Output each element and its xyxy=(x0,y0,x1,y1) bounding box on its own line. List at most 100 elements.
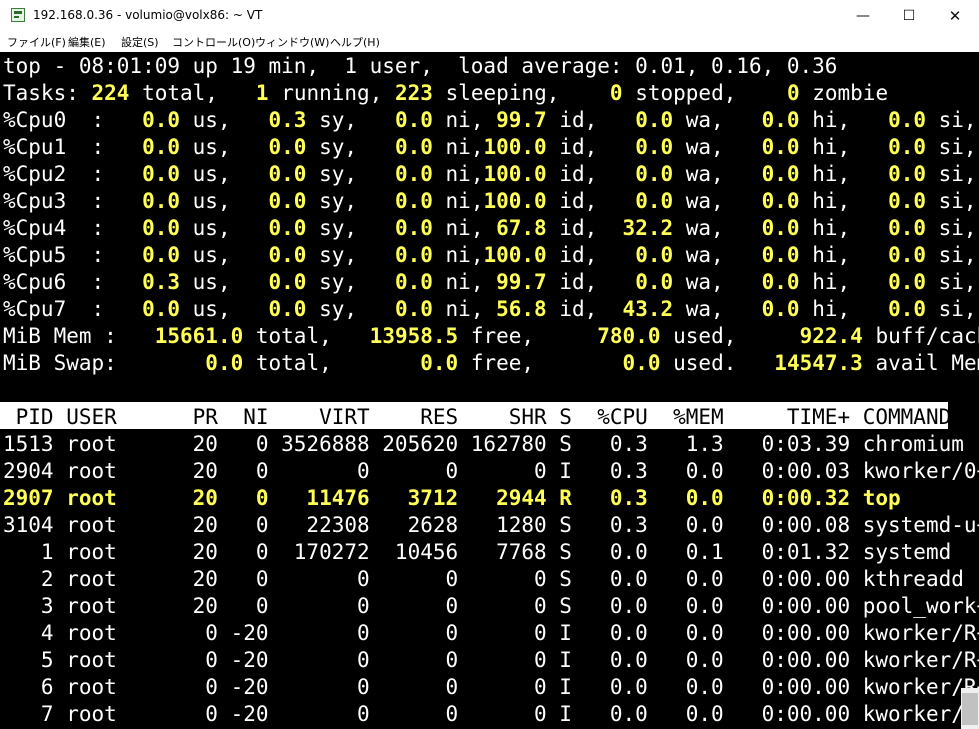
cpu-ni: 0.0 xyxy=(369,216,433,240)
table-row: 4 root 0 -20 0 0 0 I 0.0 0.0 0:00.00 kwo… xyxy=(3,620,979,647)
cpu-id: 56.8 xyxy=(483,297,547,321)
cpu-si: 0.0 xyxy=(862,216,926,240)
text-segment: sy, xyxy=(306,162,370,186)
text-segment: us, xyxy=(180,216,244,240)
cpu-id: 99.7 xyxy=(483,270,547,294)
text-segment: %Cpu6 : xyxy=(3,270,117,294)
cpu-hi: 0.0 xyxy=(736,216,800,240)
text-segment: id, xyxy=(546,162,610,186)
menu-help[interactable]: ヘルプ(H) xyxy=(330,34,380,50)
text-segment: us, xyxy=(180,189,244,213)
cpu-sy: 0.0 xyxy=(243,216,307,240)
text-segment: us, xyxy=(180,243,244,267)
text-segment: Tasks: xyxy=(3,81,92,105)
mem-total: 15661.0 xyxy=(129,324,244,348)
swap-free: 0.0 xyxy=(344,351,459,375)
cpu-sy: 0.0 xyxy=(243,297,307,321)
text-segment: used. xyxy=(660,351,750,375)
process-row-text: 6 root 0 -20 0 0 0 I 0.0 0.0 0:00.00 kwo… xyxy=(3,675,979,699)
title-bar[interactable]: 192.168.0.36 - volumio@volx86: ~ VT — ☐ … xyxy=(0,0,979,32)
cpu-us: 0.0 xyxy=(116,189,181,213)
text-segment: sy, xyxy=(306,108,370,132)
text-segment: si, xyxy=(938,135,977,159)
text-segment: hi, xyxy=(799,270,863,294)
cpu-hi: 0.0 xyxy=(736,189,800,213)
tasks-running: 1 xyxy=(230,81,269,105)
cpu-id: 100.0 xyxy=(483,189,547,213)
cpu-wa: 0.0 xyxy=(609,189,674,213)
text-segment: ni, xyxy=(432,270,484,294)
swap-used: 0.0 xyxy=(546,351,661,375)
window-title: 192.168.0.36 - volumio@volx86: ~ VT xyxy=(33,8,263,22)
minimize-button[interactable]: — xyxy=(840,0,886,32)
cpu-line-0: %Cpu0 : 0.0 us, 0.3 sy, 0.0 ni, 99.7 id,… xyxy=(3,107,979,134)
text-segment: MiB Mem : xyxy=(3,324,130,348)
maximize-button[interactable]: ☐ xyxy=(886,0,932,32)
process-row-text: 4 root 0 -20 0 0 0 I 0.0 0.0 0:00.00 kwo… xyxy=(3,621,979,645)
cpu-si: 0.0 xyxy=(862,135,926,159)
cpu-ni: 0.0 xyxy=(369,162,433,186)
table-row: 2907 root 20 0 11476 3712 2944 R 0.3 0.0… xyxy=(3,485,901,512)
text-segment: hi, xyxy=(799,135,863,159)
text-segment: zombie xyxy=(799,81,889,105)
text-segment: stopped, xyxy=(622,81,750,105)
cpu-wa: 0.0 xyxy=(609,108,674,132)
swap-avail: 14547.3 xyxy=(749,351,863,375)
menu-settings[interactable]: 設定(S) xyxy=(121,34,159,50)
process-row-text: 3104 root 20 0 22308 2628 1280 S 0.3 0.0… xyxy=(3,513,979,537)
text-segment: si, xyxy=(938,243,977,267)
mem-free: 13958.5 xyxy=(344,324,459,348)
text-segment: free, xyxy=(458,324,547,348)
text-segment: id, xyxy=(546,135,610,159)
cpu-sy: 0.0 xyxy=(243,189,307,213)
menu-edit[interactable]: 編集(E) xyxy=(68,34,106,50)
text-segment: free, xyxy=(458,351,547,375)
cpu-sy: 0.0 xyxy=(243,243,307,267)
process-table-header: PID USER PR NI VIRT RES SHR S %CPU %MEM … xyxy=(3,404,952,431)
table-row: 2 root 20 0 0 0 0 S 0.0 0.0 0:00.00 kthr… xyxy=(3,566,964,593)
cpu-us: 0.3 xyxy=(116,270,181,294)
cpu-sy: 0.0 xyxy=(243,135,307,159)
text-segment: ni, xyxy=(432,162,484,186)
text-segment: used, xyxy=(660,324,750,348)
terminal-screen[interactable]: top - 08:01:09 up 19 min, 1 user, load a… xyxy=(0,52,979,729)
text-segment: sy, xyxy=(306,189,370,213)
process-row-text: 7 root 0 -20 0 0 0 I 0.0 0.0 0:00.00 kwo… xyxy=(3,702,979,726)
menu-file[interactable]: ファイル(F) xyxy=(7,34,66,50)
terminal-icon[interactable] xyxy=(11,8,25,22)
cpu-line-4: %Cpu4 : 0.0 us, 0.0 sy, 0.0 ni, 67.8 id,… xyxy=(3,215,979,242)
text-segment: wa, xyxy=(673,162,737,186)
cpu-ni: 0.0 xyxy=(369,108,433,132)
menu-control[interactable]: コントロール(O) xyxy=(172,34,255,50)
cpu-sy: 0.0 xyxy=(243,162,307,186)
tasks-stopped: 0 xyxy=(572,81,623,105)
scrollbar-thumb[interactable] xyxy=(962,693,978,725)
text-segment: us, xyxy=(180,270,244,294)
text-segment: ni, xyxy=(432,189,484,213)
cpu-us: 0.0 xyxy=(116,297,181,321)
table-row: 1513 root 20 0 3526888 205620 162780 S 0… xyxy=(3,431,964,458)
top-status-line: top - 08:01:09 up 19 min, 1 user, load a… xyxy=(3,53,837,80)
table-row: 7 root 0 -20 0 0 0 I 0.0 0.0 0:00.00 kwo… xyxy=(3,701,979,728)
process-row-text: 5 root 0 -20 0 0 0 I 0.0 0.0 0:00.00 kwo… xyxy=(3,648,979,672)
table-row: 5 root 0 -20 0 0 0 I 0.0 0.0 0:00.00 kwo… xyxy=(3,647,979,674)
swap-line: MiB Swap: 0.0 total, 0.0 free, 0.0 used.… xyxy=(3,350,979,377)
text-segment: si, xyxy=(938,216,977,240)
cpu-hi: 0.0 xyxy=(736,135,800,159)
text-segment: wa, xyxy=(673,108,737,132)
process-row-text: 3 root 20 0 0 0 0 S 0.0 0.0 0:00.00 pool… xyxy=(3,594,979,618)
cpu-wa: 0.0 xyxy=(609,270,674,294)
cpu-ni: 0.0 xyxy=(369,135,433,159)
menu-window[interactable]: ウィンドウ(W) xyxy=(255,34,329,50)
table-row: 3104 root 20 0 22308 2628 1280 S 0.3 0.0… xyxy=(3,512,979,539)
text-segment: buff/cache xyxy=(875,324,979,348)
text-segment: MiB Swap: xyxy=(3,351,130,375)
cpu-hi: 0.0 xyxy=(736,162,800,186)
menu-bar: ファイル(F) 編集(E) 設定(S) コントロール(O) ウィンドウ(W) ヘ… xyxy=(0,32,979,52)
table-row: 1 root 20 0 170272 10456 7768 S 0.0 0.1 … xyxy=(3,539,951,566)
cpu-line-2: %Cpu2 : 0.0 us, 0.0 sy, 0.0 ni,100.0 id,… xyxy=(3,161,979,188)
close-button[interactable]: ✕ xyxy=(932,0,978,32)
text-segment: wa, xyxy=(673,297,737,321)
cpu-line-1: %Cpu1 : 0.0 us, 0.0 sy, 0.0 ni,100.0 id,… xyxy=(3,134,979,161)
cpu-wa: 0.0 xyxy=(609,162,674,186)
